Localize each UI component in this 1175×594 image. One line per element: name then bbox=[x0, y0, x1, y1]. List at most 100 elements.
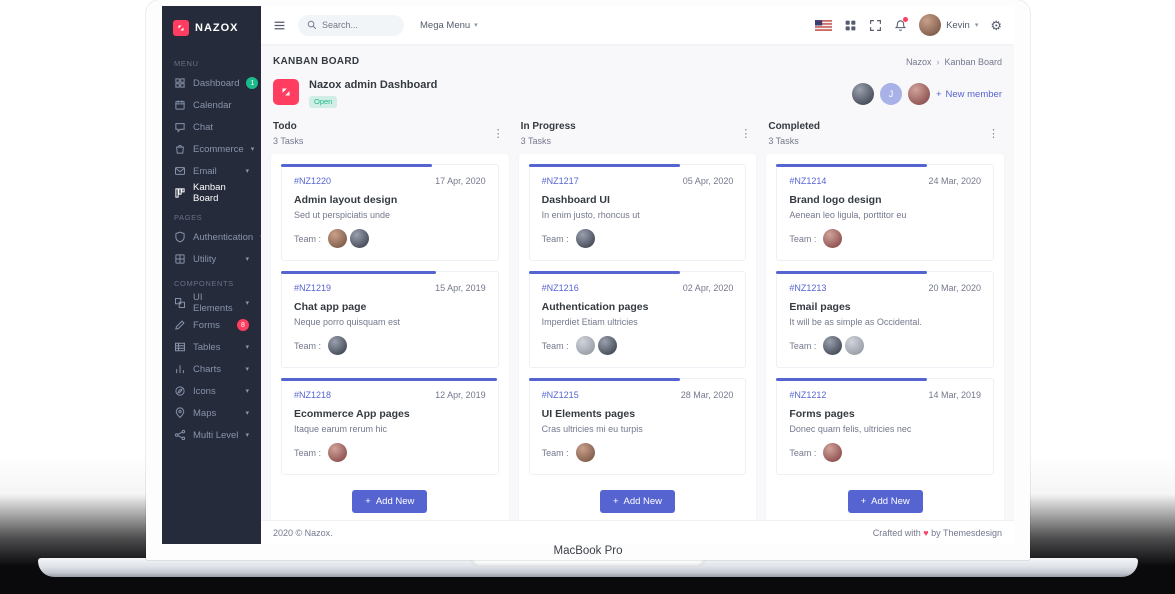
main-area: Mega Menu ▾ bbox=[261, 6, 1014, 544]
board-logo-icon bbox=[273, 79, 299, 105]
task-ref-link[interactable]: #NZ1213 bbox=[789, 283, 826, 293]
avatar bbox=[823, 443, 843, 462]
settings-button[interactable]: ⚙ bbox=[990, 19, 1002, 32]
sidebar-item-forms[interactable]: Forms 8 bbox=[162, 314, 261, 336]
sidebar-item-kanban-board[interactable]: Kanban Board bbox=[162, 182, 261, 204]
column-menu-button[interactable]: ⋮ bbox=[490, 127, 507, 140]
task-card[interactable]: #NZ1216 02 Apr, 2020 Authentication page… bbox=[528, 271, 747, 368]
share-icon bbox=[174, 429, 186, 441]
task-card[interactable]: #NZ1214 24 Mar, 2020 Brand logo design A… bbox=[776, 164, 995, 261]
task-ref-link[interactable]: #NZ1212 bbox=[789, 390, 826, 400]
add-new-button[interactable]: + Add New bbox=[599, 490, 676, 513]
notifications-button[interactable] bbox=[894, 16, 909, 32]
plus-icon: + bbox=[860, 496, 867, 507]
language-flag-button[interactable] bbox=[815, 19, 833, 31]
task-ref-link[interactable]: #NZ1214 bbox=[789, 176, 826, 186]
apps-grid-button[interactable] bbox=[844, 19, 857, 32]
sidebar-item-label: Email bbox=[193, 165, 217, 177]
utility-icon bbox=[175, 254, 185, 264]
sidebar-item-ecommerce[interactable]: Ecommerce ▾ bbox=[162, 138, 261, 160]
sidebar-item-label: Charts bbox=[193, 363, 221, 375]
chevron-down-icon: ▾ bbox=[245, 388, 249, 395]
fullscreen-button[interactable] bbox=[869, 19, 882, 32]
task-ref-link[interactable]: #NZ1217 bbox=[542, 176, 579, 186]
add-new-label: Add New bbox=[623, 496, 663, 507]
apps-grid-icon bbox=[845, 20, 856, 30]
avatar bbox=[328, 443, 348, 462]
task-progress-bar bbox=[776, 164, 928, 167]
sidebar-item-chat[interactable]: Chat bbox=[162, 116, 261, 138]
chevron-down-icon: ▾ bbox=[245, 432, 249, 439]
kanban-column-completed: Completed 3 Tasks ⋮ #NZ1214 24 Mar, 2020… bbox=[766, 121, 1005, 520]
sidebar-item-utility[interactable]: Utility ▾ bbox=[162, 248, 261, 270]
task-card[interactable]: #NZ1219 15 Apr, 2019 Chat app page Neque… bbox=[281, 271, 499, 368]
column-card: #NZ1220 17 Apr, 2020 Admin layout design… bbox=[271, 154, 509, 520]
task-progress-bar bbox=[776, 378, 928, 381]
calendar-icon bbox=[175, 100, 185, 110]
sidebar-item-label: Calendar bbox=[193, 99, 232, 111]
search-box[interactable] bbox=[298, 14, 404, 36]
search-input[interactable] bbox=[322, 20, 395, 30]
new-member-button[interactable]: + New member bbox=[936, 89, 1002, 100]
task-description: Cras ultricies mi eu turpis bbox=[541, 424, 643, 434]
sidebar-item-maps[interactable]: Maps ▾ bbox=[162, 402, 261, 424]
task-title: Admin layout design bbox=[294, 194, 398, 206]
breadcrumb-home[interactable]: Nazox bbox=[906, 57, 932, 67]
task-card[interactable]: #NZ1217 05 Apr, 2020 Dashboard UI In eni… bbox=[528, 164, 747, 261]
shield-icon bbox=[175, 231, 185, 243]
task-progress-bar bbox=[281, 164, 432, 167]
page-content: KANBAN BOARD Nazox › Kanban Board Nazox … bbox=[261, 44, 1014, 520]
team-label: Team : bbox=[541, 340, 569, 351]
task-card[interactable]: #NZ1220 17 Apr, 2020 Admin layout design… bbox=[281, 164, 499, 261]
sidebar-item-tables[interactable]: Tables ▾ bbox=[162, 336, 261, 358]
status-badge: Open bbox=[309, 95, 338, 108]
menu-toggle-button[interactable] bbox=[273, 19, 286, 32]
task-description: Neque porro quisquam est bbox=[294, 317, 401, 327]
add-new-button[interactable]: + Add New bbox=[847, 490, 923, 513]
column-menu-button[interactable]: ⋮ bbox=[737, 127, 754, 140]
laptop-base bbox=[38, 558, 1138, 577]
sidebar-item-email[interactable]: Email ▾ bbox=[162, 160, 261, 182]
task-ref-link[interactable]: #NZ1216 bbox=[542, 283, 579, 293]
user-menu-button[interactable]: Kevin ▾ bbox=[919, 14, 978, 36]
sidebar-item-calendar[interactable]: Calendar bbox=[162, 94, 261, 116]
member-avatar-initial[interactable]: J bbox=[879, 83, 902, 105]
mega-menu-button[interactable]: Mega Menu ▾ bbox=[420, 20, 478, 31]
task-description: It will be as simple as Occidental. bbox=[789, 317, 922, 327]
task-card[interactable]: #NZ1218 12 Apr, 2019 Ecommerce App pages… bbox=[281, 378, 499, 475]
chevron-down-icon: ▾ bbox=[474, 22, 478, 29]
member-avatar[interactable] bbox=[851, 83, 874, 105]
kanban-icon bbox=[175, 188, 185, 198]
task-ref-link[interactable]: #NZ1219 bbox=[294, 283, 331, 293]
task-progress-bar bbox=[528, 271, 680, 274]
task-date: 05 Apr, 2020 bbox=[682, 176, 734, 186]
sidebar-item-multi-level[interactable]: Multi Level ▾ bbox=[162, 424, 261, 446]
kanban-column-todo: Todo 3 Tasks ⋮ #NZ1220 17 Apr, 2020 Admi… bbox=[271, 121, 509, 520]
task-date: 24 Mar, 2020 bbox=[928, 176, 982, 186]
sidebar-item-charts[interactable]: Charts ▾ bbox=[162, 358, 261, 380]
task-ref-link[interactable]: #NZ1218 bbox=[294, 390, 331, 400]
team-label: Team : bbox=[541, 233, 569, 244]
task-description: In enim justo, rhoncus ut bbox=[541, 210, 640, 220]
task-card[interactable]: #NZ1212 14 Mar, 2019 Forms pages Donec q… bbox=[776, 378, 995, 475]
envelope-icon bbox=[175, 167, 185, 175]
column-menu-button[interactable]: ⋮ bbox=[985, 127, 1002, 140]
add-new-label: Add New bbox=[871, 496, 910, 507]
task-ref-link[interactable]: #NZ1220 bbox=[294, 176, 331, 186]
sidebar-item-ui-elements[interactable]: UI Elements ▾ bbox=[162, 292, 261, 314]
task-ref-link[interactable]: #NZ1215 bbox=[542, 390, 579, 400]
task-card[interactable]: #NZ1215 28 Mar, 2020 UI Elements pages C… bbox=[528, 378, 747, 475]
task-card[interactable]: #NZ1213 20 Mar, 2020 Email pages It will… bbox=[776, 271, 995, 368]
task-description: Imperdiet Etiam ultricies bbox=[541, 317, 638, 327]
sidebar-item-label: Ecommerce bbox=[193, 143, 244, 155]
brand-logo[interactable]: NAZOX bbox=[162, 6, 261, 50]
fullscreen-icon bbox=[870, 19, 882, 31]
chevron-right-icon: › bbox=[936, 56, 940, 67]
sidebar-item-icons[interactable]: Icons ▾ bbox=[162, 380, 261, 402]
column-title: In Progress bbox=[520, 121, 576, 132]
plus-icon: + bbox=[935, 88, 942, 100]
sidebar-item-authentication[interactable]: Authentication ▾ bbox=[162, 226, 261, 248]
member-avatar[interactable] bbox=[907, 83, 930, 105]
sidebar-item-dashboard[interactable]: Dashboard 1 bbox=[162, 72, 261, 94]
add-new-button[interactable]: + Add New bbox=[352, 490, 428, 513]
